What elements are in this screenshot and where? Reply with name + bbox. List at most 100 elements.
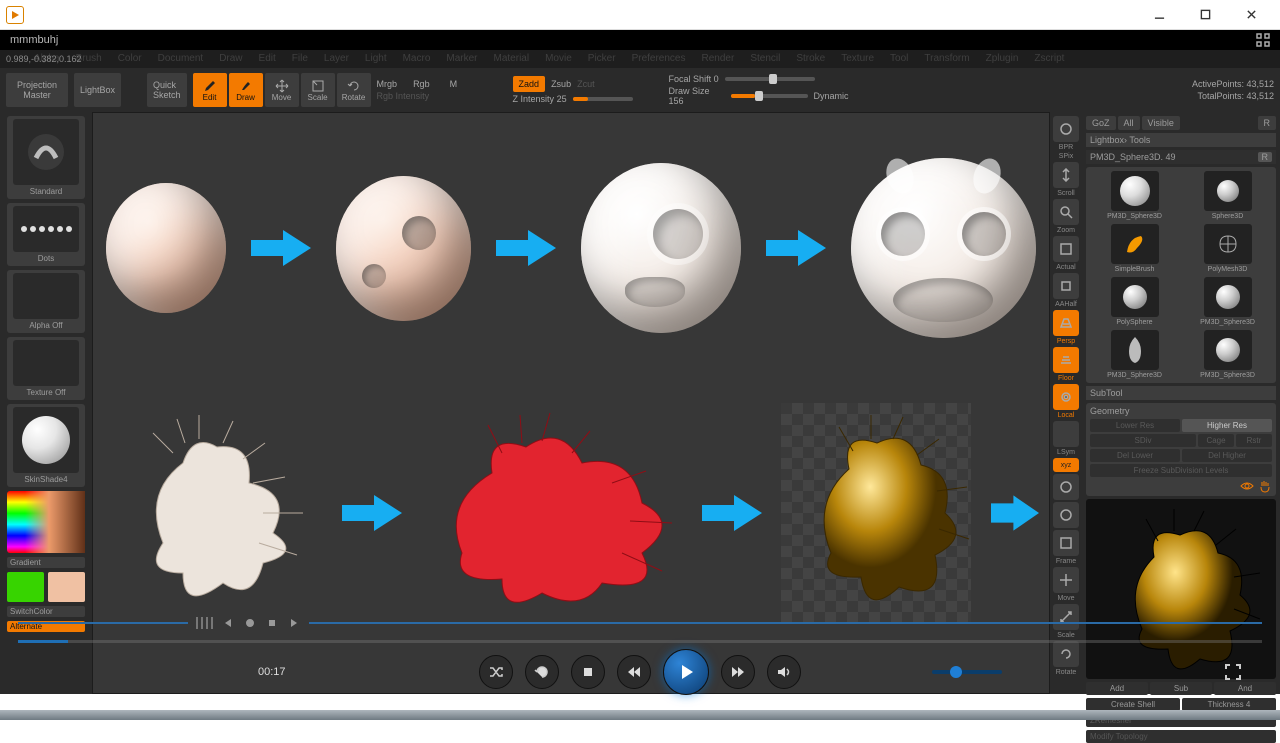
modify-topology-header[interactable]: Modify Topology	[1086, 730, 1276, 743]
draw-size-slider[interactable]	[731, 94, 808, 98]
hand-icon[interactable]	[1258, 479, 1272, 493]
previous-button[interactable]	[617, 655, 651, 689]
tab-all[interactable]: All	[1118, 116, 1140, 130]
lsym-button[interactable]	[1053, 421, 1079, 447]
local-button[interactable]	[1053, 384, 1079, 410]
lightbox-tools-header[interactable]: Lightbox› Tools	[1086, 133, 1276, 147]
focal-shift-slider[interactable]	[725, 77, 815, 81]
swatch-primary[interactable]	[48, 572, 85, 602]
tool-thumbnail[interactable]: PM3D_Sphere3D	[1183, 277, 1272, 326]
quick-sketch-button[interactable]: Quick Sketch	[147, 73, 187, 107]
eye-icon[interactable]	[1240, 479, 1254, 493]
scroll-button[interactable]	[1053, 162, 1079, 188]
timeline-loop-button[interactable]	[243, 616, 257, 630]
tool-thumbnail[interactable]: PM3D_Sphere3D	[1183, 330, 1272, 379]
texture-picker[interactable]: Texture Off	[7, 337, 85, 400]
material-picker[interactable]: SkinShade4	[7, 404, 85, 487]
ghost-button[interactable]	[1053, 502, 1079, 528]
menu-item[interactable]: Marker	[446, 50, 477, 68]
menu-item[interactable]: Texture	[841, 50, 874, 68]
expand-icon[interactable]	[1256, 33, 1270, 47]
actual-button[interactable]	[1053, 236, 1079, 262]
geometry-header[interactable]: Geometry	[1090, 406, 1272, 416]
subtool-header[interactable]: SubTool	[1086, 386, 1276, 400]
color-picker[interactable]	[7, 491, 85, 553]
window-maximize-button[interactable]	[1182, 1, 1228, 29]
tool-thumbnail[interactable]: PM3D_Sphere3D	[1090, 171, 1179, 220]
menu-item[interactable]: Stencil	[750, 50, 780, 68]
viewport[interactable]	[92, 112, 1050, 694]
zsub-button[interactable]: Zsub	[551, 79, 571, 89]
alpha-picker[interactable]: Alpha Off	[7, 270, 85, 333]
menu-item[interactable]: Draw	[219, 50, 242, 68]
zcut-button[interactable]: Zcut	[577, 79, 595, 89]
volume-slider[interactable]	[932, 670, 1002, 674]
tab-goz[interactable]: GoZ	[1086, 116, 1116, 130]
menu-item[interactable]: Material	[494, 50, 530, 68]
move-mode-button[interactable]: Move	[265, 73, 299, 107]
rotate-mode-button[interactable]: Rotate	[337, 73, 371, 107]
menu-item[interactable]: Zplugin	[986, 50, 1019, 68]
menu-item[interactable]: Picker	[588, 50, 616, 68]
projection-master-button[interactable]: Projection Master	[6, 73, 68, 107]
tool-thumbnail[interactable]: PolySphere	[1090, 277, 1179, 326]
timeline-stop-button[interactable]	[265, 616, 279, 630]
menu-item[interactable]: Render	[702, 50, 735, 68]
del-higher-button[interactable]: Del Higher	[1182, 449, 1272, 462]
m-button[interactable]: M	[450, 79, 458, 89]
seek-bar[interactable]	[18, 640, 1262, 643]
lower-res-button[interactable]: Lower Res	[1090, 419, 1180, 432]
xyz-button[interactable]: xyz	[1053, 458, 1079, 472]
menu-item[interactable]: Preferences	[632, 50, 686, 68]
brush-picker[interactable]: Standard	[7, 116, 85, 199]
play-button[interactable]	[663, 649, 709, 695]
transp-button[interactable]	[1053, 474, 1079, 500]
higher-res-button[interactable]: Higher Res	[1182, 419, 1272, 432]
menu-item[interactable]: Stroke	[796, 50, 825, 68]
menu-item[interactable]: Edit	[259, 50, 276, 68]
menu-item[interactable]: Layer	[324, 50, 349, 68]
repeat-button[interactable]	[525, 655, 559, 689]
menu-item[interactable]: Tool	[890, 50, 908, 68]
tool-thumbnail[interactable]: SimpleBrush	[1090, 224, 1179, 273]
stop-button[interactable]	[571, 655, 605, 689]
menu-item[interactable]: Light	[365, 50, 387, 68]
zoom-button[interactable]	[1053, 199, 1079, 225]
menu-item[interactable]: File	[292, 50, 308, 68]
floor-button[interactable]	[1053, 347, 1079, 373]
gradient-toggle[interactable]: Gradient	[7, 557, 85, 568]
timeline-next-button[interactable]	[287, 616, 301, 630]
mrgb-button[interactable]: Mrgb	[377, 79, 398, 89]
cage-button[interactable]: Cage	[1198, 434, 1234, 447]
move-view-button[interactable]	[1053, 567, 1079, 593]
persp-button[interactable]	[1053, 310, 1079, 336]
current-tool-label[interactable]: PM3D_Sphere3D. 49R	[1086, 150, 1276, 164]
tab-r[interactable]: R	[1258, 116, 1277, 130]
window-close-button[interactable]	[1228, 1, 1274, 29]
mute-button[interactable]	[767, 655, 801, 689]
del-lower-button[interactable]: Del Lower	[1090, 449, 1180, 462]
lightbox-button[interactable]: LightBox	[74, 73, 121, 107]
rgb-button[interactable]: Rgb	[413, 79, 430, 89]
tool-thumbnail[interactable]: PM3D_Sphere3D	[1090, 330, 1179, 379]
stroke-picker[interactable]: Dots	[7, 203, 85, 266]
tool-thumbnail[interactable]: Sphere3D	[1183, 171, 1272, 220]
draw-mode-button[interactable]: Draw	[229, 73, 263, 107]
edit-mode-button[interactable]: Edit	[193, 73, 227, 107]
window-minimize-button[interactable]	[1136, 1, 1182, 29]
bpr-button[interactable]	[1053, 116, 1079, 142]
aahalf-button[interactable]	[1053, 273, 1079, 299]
rstr-button[interactable]: Rstr	[1236, 434, 1272, 447]
menu-item[interactable]: Macro	[403, 50, 431, 68]
timeline-prev-button[interactable]	[221, 616, 235, 630]
dynamic-toggle[interactable]: Dynamic	[814, 91, 849, 101]
menu-item[interactable]: Transform	[924, 50, 969, 68]
fullscreen-button[interactable]	[1224, 663, 1242, 681]
menu-item[interactable]: Zscript	[1034, 50, 1064, 68]
swatch-secondary[interactable]	[7, 572, 44, 602]
shuffle-button[interactable]	[479, 655, 513, 689]
app-timeline[interactable]	[18, 612, 1262, 634]
tool-thumbnail[interactable]: PolyMesh3D	[1183, 224, 1272, 273]
menu-item[interactable]: Document	[158, 50, 204, 68]
zadd-button[interactable]: Zadd	[513, 76, 546, 92]
